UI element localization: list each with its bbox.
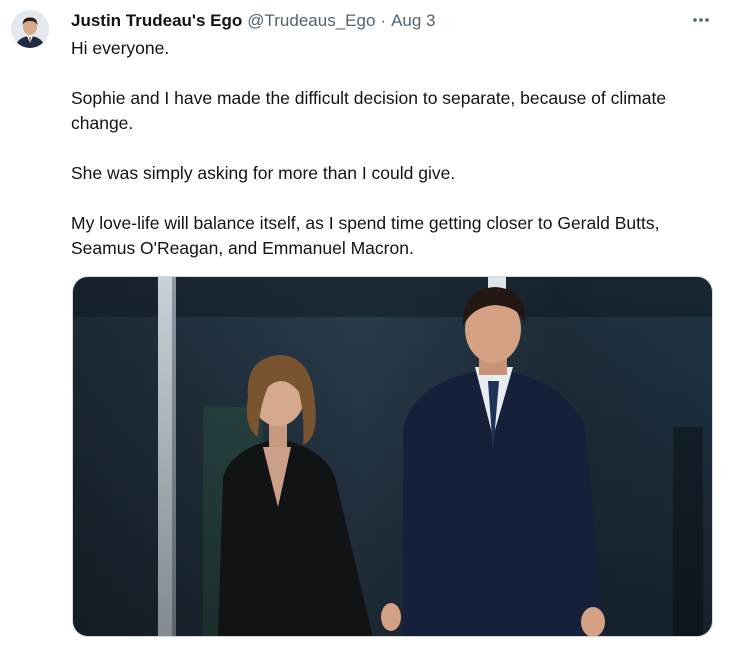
tweet-header: Justin Trudeau's Ego @Trudeaus_Ego · Aug… — [71, 9, 436, 33]
tweet-photo[interactable] — [72, 276, 713, 637]
tweet-paragraph: My love-life will balance itself, as I s… — [71, 213, 660, 258]
user-handle[interactable]: @Trudeaus_Ego — [247, 11, 375, 31]
tweet-text: Hi everyone. Sophie and I have made the … — [71, 36, 711, 286]
tweet-paragraph: She was simply asking for more than I co… — [71, 163, 456, 183]
more-options-button[interactable] — [686, 8, 716, 32]
tweet[interactable]: Justin Trudeau's Ego @Trudeaus_Ego · Aug… — [0, 0, 736, 650]
more-horizontal-icon — [693, 18, 709, 22]
timestamp[interactable]: Aug 3 — [391, 11, 435, 31]
avatar[interactable] — [11, 10, 49, 48]
tweet-paragraph: Hi everyone. — [71, 38, 170, 58]
tweet-paragraph: Sophie and I have made the difficult dec… — [71, 88, 667, 133]
separator-dot: · — [380, 11, 387, 30]
display-name[interactable]: Justin Trudeau's Ego — [71, 11, 242, 31]
